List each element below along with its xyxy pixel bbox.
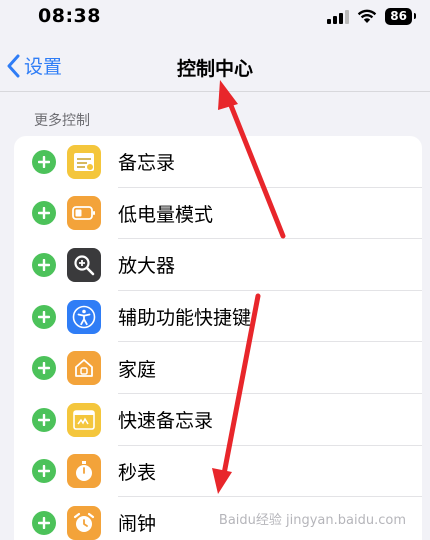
- list-item-accessibility: 辅助功能快捷键: [14, 291, 422, 343]
- plus-icon: [38, 258, 50, 271]
- add-button[interactable]: [32, 356, 56, 381]
- list-item-stopwatch: 秒表: [14, 446, 422, 498]
- add-button[interactable]: [32, 407, 56, 432]
- item-label: 备忘录: [118, 152, 176, 175]
- item-label: 快速备忘录: [118, 410, 214, 433]
- add-button[interactable]: [32, 304, 56, 329]
- item-label: 低电量模式: [118, 203, 214, 226]
- plus-icon: [38, 362, 50, 375]
- watermark: Baidu经验 jingyan.baidu.com: [218, 513, 406, 528]
- home-icon: [67, 351, 101, 386]
- alarm-icon: [67, 505, 101, 540]
- page-title: 控制中心: [176, 58, 253, 80]
- wifi-icon: [358, 9, 377, 23]
- add-button[interactable]: [32, 201, 56, 226]
- plus-icon: [38, 465, 50, 478]
- add-button[interactable]: [32, 459, 56, 484]
- plus-icon: [38, 413, 50, 426]
- add-button[interactable]: [32, 510, 56, 535]
- plus-icon: [38, 155, 50, 168]
- magnifier-icon: [67, 247, 101, 282]
- status-icons: 86: [327, 8, 416, 25]
- navigation-bar: 设置 控制中心: [0, 40, 430, 92]
- item-label: 放大器: [118, 255, 176, 278]
- list-item-home: 家庭: [14, 342, 422, 394]
- plus-icon: [38, 516, 50, 529]
- accessibility-icon: [67, 299, 101, 334]
- item-label: 辅助功能快捷键: [118, 307, 252, 330]
- item-label: 闹钟: [118, 513, 157, 536]
- section-header: 更多控制: [34, 113, 90, 129]
- list-item-quick-note: 快速备忘录: [14, 394, 422, 446]
- list-item-magnifier: 放大器: [14, 239, 422, 291]
- add-button[interactable]: [32, 252, 56, 277]
- notes-icon: [67, 144, 101, 179]
- battery-icon: 86: [385, 8, 416, 25]
- cellular-signal-icon: [327, 9, 350, 24]
- plus-icon: [38, 207, 50, 220]
- item-label: 家庭: [118, 358, 157, 381]
- status-bar: 08:38 86: [0, 0, 430, 40]
- add-button[interactable]: [32, 149, 56, 174]
- plus-icon: [38, 310, 50, 323]
- list-item-low-power: 低电量模式: [14, 188, 422, 240]
- stopwatch-icon: [67, 454, 101, 489]
- status-time: 08:38: [38, 5, 101, 27]
- list-item-notes: 备忘录: [14, 136, 422, 188]
- low-power-icon: [67, 196, 101, 231]
- controls-list: 备忘录 低电量模式 放大器 辅助功能快捷键 家庭 快速备忘录 秒表 闹钟: [14, 136, 422, 540]
- item-label: 秒表: [118, 461, 157, 484]
- quick-note-icon: [67, 402, 101, 437]
